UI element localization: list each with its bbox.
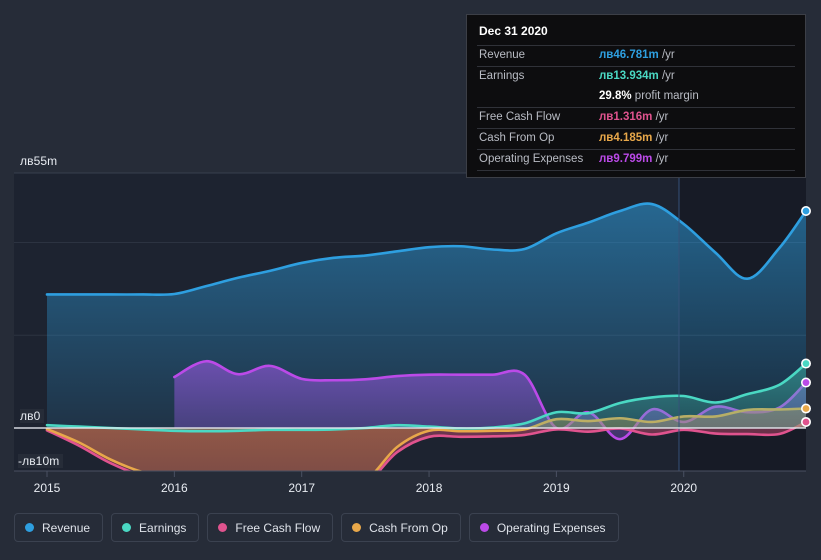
legend-item-label: Free Cash Flow xyxy=(235,520,321,535)
legend-color-dot xyxy=(352,523,362,532)
legend-item-label: Operating Expenses xyxy=(496,520,606,535)
endpoint-marker xyxy=(800,377,811,388)
tooltip-row-label: Free Cash Flow xyxy=(479,111,561,123)
tooltip-row-value: лв9.799m /yr xyxy=(599,153,669,165)
tooltip-row-value: лв46.781m /yr xyxy=(599,49,675,61)
x-axis-label: 2016 xyxy=(160,481,188,495)
tooltip-profit-margin-row: 29.8% profit margin xyxy=(477,87,795,107)
legend-color-dot xyxy=(479,523,489,532)
data-tooltip: Dec 31 2020 Revenue лв46.781m /yr Earnings… xyxy=(466,14,806,178)
endpoint-marker xyxy=(800,403,811,414)
legend-item-earnings[interactable]: Earnings xyxy=(111,513,200,542)
legend-color-dot xyxy=(25,523,34,532)
tooltip-row-value: лв4.185m /yr xyxy=(599,132,669,144)
y-axis-label-top: лв55m xyxy=(20,154,62,168)
legend-item-label: Earnings xyxy=(139,520,187,535)
endpoint-marker xyxy=(800,358,811,369)
tooltip-row-value: лв13.934m /yr xyxy=(599,70,675,82)
tooltip-row-label: Cash From Op xyxy=(479,132,555,144)
x-axis-ticks xyxy=(46,471,685,477)
legend-item-label: Revenue xyxy=(42,520,91,535)
endpoint-marker xyxy=(800,416,811,427)
legend-item-free-cash-flow[interactable]: Free Cash Flow xyxy=(207,513,334,542)
x-axis-label: 2019 xyxy=(543,481,570,495)
legend-item-revenue[interactable]: Revenue xyxy=(14,513,104,542)
endpoint-marker xyxy=(800,206,811,217)
legend-color-dot xyxy=(122,523,132,532)
tooltip-bottom-rule xyxy=(477,170,795,171)
x-axis-label: 2015 xyxy=(33,481,61,495)
tooltip-row-value: лв1.316m /yr xyxy=(599,111,669,123)
legend-item-cash-from-op[interactable]: Cash From Op xyxy=(341,513,461,542)
legend-color-dot xyxy=(218,523,228,532)
financial-chart-page: лв55m лв0 -лв10m 2015 2016 2017 2018 2019 202… xyxy=(0,0,821,560)
tooltip-row: Operating Expenses лв9.799m /yr xyxy=(477,149,795,170)
y-axis-label-bottom: -лв10m xyxy=(18,454,64,468)
legend-item-label: Cash From Op xyxy=(369,520,448,535)
legend-item-operating-expenses[interactable]: Operating Expenses xyxy=(468,513,619,542)
tooltip-date: Dec 31 2020 xyxy=(479,24,548,38)
tooltip-row: Earnings лв13.934m /yr xyxy=(477,66,795,87)
tooltip-rows: Revenue лв46.781m /yr Earnings лв13.934m /y… xyxy=(477,45,795,171)
tooltip-row-label: Earnings xyxy=(479,70,525,82)
tooltip-row: Cash From Op лв4.185m /yr xyxy=(477,128,795,149)
x-axis-label: 2018 xyxy=(415,481,443,495)
tooltip-profit-margin-value: 29.8% profit margin xyxy=(599,90,699,102)
tooltip-row-label: Revenue xyxy=(479,49,526,61)
chart-legend: Revenue Earnings Free Cash Flow Cash From O… xyxy=(14,513,619,542)
x-axis-label: 2020 xyxy=(670,481,698,495)
tooltip-row: Free Cash Flow лв1.316m /yr xyxy=(477,107,795,128)
tooltip-row-label: Operating Expenses xyxy=(479,153,584,165)
x-axis-label: 2017 xyxy=(288,481,316,495)
tooltip-row: Revenue лв46.781m /yr xyxy=(477,45,795,66)
y-axis-label-zero: лв0 xyxy=(20,409,45,423)
